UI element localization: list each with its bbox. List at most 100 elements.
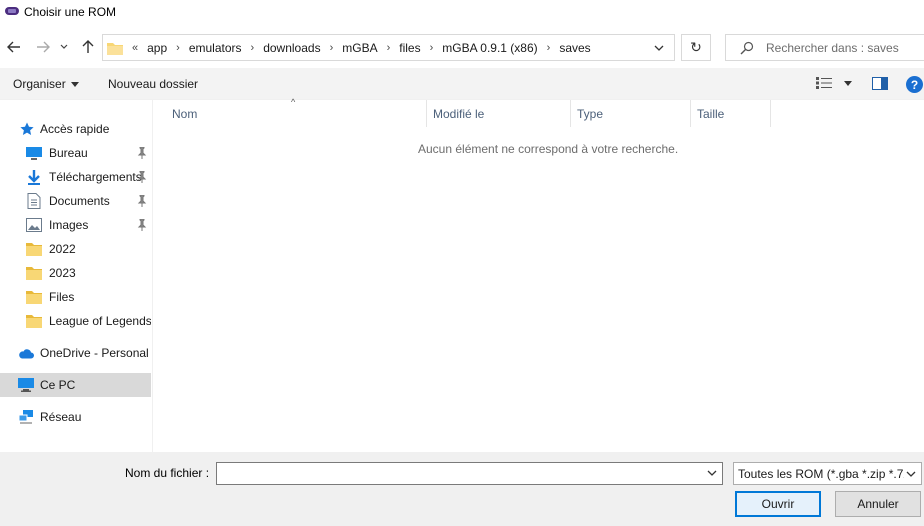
breadcrumb-item[interactable]: app xyxy=(143,41,171,55)
preview-pane-button[interactable] xyxy=(872,77,888,93)
open-button[interactable]: Ouvrir xyxy=(735,491,821,517)
sidebar-item-2023[interactable]: 2023 xyxy=(0,261,151,285)
back-button[interactable] xyxy=(5,38,23,56)
breadcrumb-item[interactable]: mGBA 0.9.1 (x86) xyxy=(438,41,541,55)
sidebar-item-onedrive[interactable]: OneDrive - Personal xyxy=(0,341,151,365)
arrow-left-icon xyxy=(7,41,20,53)
sidebar-item-label: Files xyxy=(49,290,75,304)
chevron-down-icon xyxy=(906,471,916,477)
cancel-button[interactable]: Annuler xyxy=(835,491,921,517)
sidebar-item-label: 2022 xyxy=(49,242,76,256)
filename-input[interactable] xyxy=(216,462,723,485)
pin-icon[interactable] xyxy=(137,219,147,231)
breadcrumb-item[interactable]: files xyxy=(395,41,424,55)
sidebar-item-label: Accès rapide xyxy=(40,122,110,136)
breadcrumb-separator-icon[interactable]: › xyxy=(171,42,185,54)
navigation-bar: « app › emulators › downloads › mGBA › f… xyxy=(0,30,924,64)
navigation-pane[interactable]: Accès rapide Bureau Téléchargements Docu… xyxy=(0,100,153,452)
search-box[interactable]: Rechercher dans : saves xyxy=(725,34,924,61)
title-bar: Choisir une ROM xyxy=(0,0,924,26)
empty-results-message: Aucun élément ne correspond à votre rech… xyxy=(418,142,679,156)
pin-icon[interactable] xyxy=(137,147,147,159)
dialog-footer: Nom du fichier : Toutes les ROM (*.gba *… xyxy=(0,452,924,526)
column-headers: ^ Nom Modifié le Type Taille xyxy=(155,97,924,127)
breadcrumb-overflow[interactable]: « xyxy=(127,42,143,54)
breadcrumb-separator-icon[interactable]: › xyxy=(542,42,556,54)
breadcrumb-separator-icon[interactable]: › xyxy=(246,42,260,54)
sidebar-item-files[interactable]: Files xyxy=(0,285,151,309)
star-icon xyxy=(19,121,35,137)
file-type-select[interactable]: Toutes les ROM (*.gba *.zip *.7z xyxy=(733,462,922,485)
mgba-app-icon xyxy=(5,7,19,15)
sidebar-item-2022[interactable]: 2022 xyxy=(0,237,151,261)
folder-icon xyxy=(26,289,42,305)
chevron-down-icon xyxy=(654,45,664,51)
forward-button[interactable] xyxy=(34,38,52,56)
sidebar-item-label: Ce PC xyxy=(40,378,76,392)
breadcrumb: « app › emulators › downloads › mGBA › f… xyxy=(127,41,595,55)
sidebar-item-label: Réseau xyxy=(40,410,82,424)
caret-down-icon xyxy=(70,81,79,87)
address-history-button[interactable] xyxy=(644,35,674,60)
download-icon xyxy=(26,169,42,185)
view-options-button[interactable] xyxy=(816,77,852,89)
new-folder-button[interactable]: Nouveau dossier xyxy=(108,77,198,91)
details-view-icon xyxy=(816,77,832,89)
recent-locations-button[interactable] xyxy=(58,38,70,56)
breadcrumb-separator-icon[interactable]: › xyxy=(325,42,339,54)
column-header-modified[interactable]: Modifié le xyxy=(427,100,571,127)
sidebar-item-documents[interactable]: Documents xyxy=(0,189,151,213)
caret-down-icon xyxy=(844,80,852,86)
filename-dropdown-button[interactable] xyxy=(705,465,719,481)
search-icon xyxy=(740,41,754,54)
column-header-size[interactable]: Taille xyxy=(691,100,771,127)
cloud-icon xyxy=(18,345,34,361)
refresh-button[interactable]: ↻ xyxy=(681,34,711,61)
chevron-down-icon xyxy=(707,470,717,476)
organize-label: Organiser xyxy=(13,77,66,91)
pc-icon xyxy=(18,377,34,393)
image-icon xyxy=(26,217,42,233)
folder-icon xyxy=(26,265,42,281)
organize-button[interactable]: Organiser xyxy=(13,77,79,91)
folder-icon xyxy=(26,241,42,257)
breadcrumb-separator-icon[interactable]: › xyxy=(425,42,439,54)
folder-icon xyxy=(26,313,42,329)
breadcrumb-item[interactable]: mGBA xyxy=(338,41,381,55)
sidebar-item-downloads[interactable]: Téléchargements xyxy=(0,165,151,189)
sidebar-item-label: 2023 xyxy=(49,266,76,280)
file-type-dropdown-button[interactable] xyxy=(904,466,918,482)
sidebar-item-label: Bureau xyxy=(49,146,88,160)
column-header-name[interactable]: Nom xyxy=(166,100,427,127)
desktop-icon xyxy=(26,145,42,161)
filename-label: Nom du fichier : xyxy=(125,466,210,480)
sidebar-item-label: OneDrive - Personal xyxy=(40,346,149,360)
help-button[interactable]: ? xyxy=(906,76,923,93)
breadcrumb-item[interactable]: saves xyxy=(555,41,594,55)
pin-icon[interactable] xyxy=(137,195,147,207)
help-icon: ? xyxy=(910,77,919,92)
pin-icon[interactable] xyxy=(137,171,147,183)
sidebar-item-league-of-legends[interactable]: League of Legends xyxy=(0,309,151,333)
sidebar-item-label: Téléchargements xyxy=(49,170,142,184)
breadcrumb-item[interactable]: downloads xyxy=(259,41,324,55)
sidebar-item-quick-access[interactable]: Accès rapide xyxy=(19,117,151,141)
chevron-down-icon xyxy=(60,44,68,49)
up-button[interactable] xyxy=(79,38,97,56)
sidebar-item-this-pc[interactable]: Ce PC xyxy=(0,373,151,397)
folder-icon xyxy=(107,42,123,55)
arrow-right-icon xyxy=(37,41,50,53)
column-header-type[interactable]: Type xyxy=(571,100,691,127)
sidebar-item-images[interactable]: Images xyxy=(0,213,151,237)
search-input[interactable]: Rechercher dans : saves xyxy=(766,41,899,55)
address-bar[interactable]: « app › emulators › downloads › mGBA › f… xyxy=(102,34,675,61)
sidebar-item-label: Documents xyxy=(49,194,110,208)
sidebar-item-label: League of Legends xyxy=(49,314,151,328)
refresh-icon: ↻ xyxy=(690,39,702,55)
breadcrumb-separator-icon[interactable]: › xyxy=(382,42,396,54)
sidebar-item-desktop[interactable]: Bureau xyxy=(0,141,151,165)
window-title: Choisir une ROM xyxy=(24,5,117,19)
breadcrumb-item[interactable]: emulators xyxy=(185,41,246,55)
arrow-up-icon xyxy=(82,40,94,53)
sidebar-item-network[interactable]: Réseau xyxy=(0,405,151,429)
